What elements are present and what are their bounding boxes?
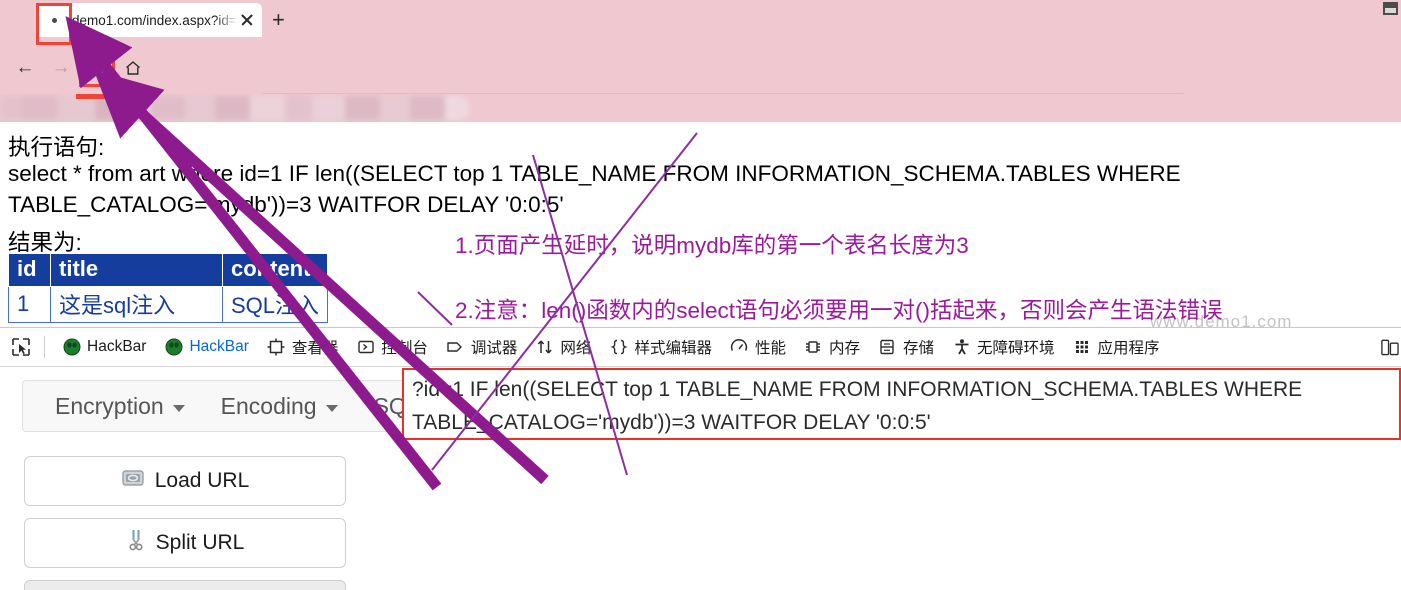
page-line-sql-1: select * from art where id=1 IF len((SEL… — [8, 161, 1181, 186]
menu-label: Encryption — [55, 392, 164, 419]
browser-chrome: demo1.com/index.aspx?id=1 + ← → ✕ — [0, 0, 1401, 129]
application-icon — [1073, 338, 1092, 357]
devtools-tab-label: 内存 — [828, 340, 860, 357]
devtools-tab-label: HackBar — [189, 338, 249, 355]
hackbar-menu-encryption[interactable]: Encryption — [37, 393, 203, 420]
devtools-tab-label: 性能 — [754, 340, 786, 357]
devtools-tab-hackbar-2[interactable]: HackBar — [155, 334, 257, 361]
result-table: id title content 1 这是sql注入 SQL注入 — [8, 253, 329, 323]
tab-strip: demo1.com/index.aspx?id=1 + — [0, 0, 1401, 40]
devtools-tab-label: HackBar — [87, 338, 147, 355]
hackbar-menu-encoding[interactable]: Encoding — [203, 393, 356, 420]
bookmark-highlight-marker — [76, 94, 112, 99]
devtools-tab-label: 调试器 — [470, 340, 518, 357]
devtools-tab-inspector[interactable]: 查看器 — [258, 332, 348, 362]
performance-icon — [730, 338, 749, 357]
annotation-note-2: 2.注意：len()函数内的select语句必须要用一对()括起来，否则会产生语… — [455, 298, 1223, 323]
devtools-tab-label: 无障碍环境 — [977, 340, 1055, 357]
devtools-tab-performance[interactable]: 性能 — [721, 332, 795, 362]
bookmarks-bar[interactable] — [0, 94, 1401, 122]
hackbar-panel: Encryption Encoding SQL XSS Other Contri… — [0, 368, 1401, 590]
style-editor-icon — [609, 338, 628, 357]
devtools-right-controls — [1380, 338, 1401, 357]
devtools-tab-accessibility[interactable]: 无障碍环境 — [943, 332, 1064, 362]
hackbar-post-data-input[interactable]: ?id=1 IF len((SELECT top 1 TABLE_NAME FR… — [402, 368, 1401, 440]
page-line-sql-2: TABLE_CATALOG='mydb'))=3 WAITFOR DELAY '… — [8, 192, 564, 217]
menu-label: Encoding — [220, 392, 317, 419]
devtools-tab-label: 应用程序 — [1097, 340, 1160, 357]
page-content: 执行语句: select * from art where id=1 IF le… — [0, 122, 1401, 327]
load-url-button[interactable]: Load URL — [24, 456, 346, 506]
devtools-tab-label: 样式编辑器 — [634, 340, 712, 357]
responsive-design-mode-icon[interactable] — [1380, 338, 1399, 357]
cell-id: 1 — [8, 286, 51, 323]
restore-window-button[interactable] — [1379, 2, 1401, 20]
devtools-tab-storage[interactable]: 存储 — [869, 332, 943, 362]
load-url-icon — [121, 468, 145, 494]
devtools-tab-hackbar-1[interactable]: HackBar — [53, 334, 155, 361]
home-icon — [126, 61, 140, 75]
page-line-heading: 执行语句: — [8, 135, 105, 160]
accessibility-icon — [952, 338, 971, 357]
devtools-tab-label: 网络 — [560, 340, 592, 357]
table-header-row: id title content — [8, 253, 329, 287]
devtools-tab-console[interactable]: 控制台 — [347, 332, 437, 362]
home-button[interactable] — [116, 51, 150, 85]
devtools-tab-label: 查看器 — [291, 340, 339, 357]
new-tab-button[interactable]: + — [272, 9, 285, 31]
hackbar-third-button[interactable] — [24, 580, 346, 590]
storage-icon — [878, 338, 897, 357]
tab-title: demo1.com/index.aspx?id=1 — [72, 12, 238, 28]
load-url-label: Load URL — [154, 469, 250, 492]
chevron-down-icon — [325, 404, 338, 412]
split-url-button[interactable]: Split URL — [24, 518, 346, 568]
devtools-tab-style-editor[interactable]: 样式编辑器 — [600, 332, 721, 362]
screenshot-root: demo1.com/index.aspx?id=1 + ← → ✕ 执行语句: … — [0, 0, 1401, 590]
split-url-label: Split URL — [155, 531, 245, 554]
bookmarks-blurred-content — [0, 96, 470, 120]
toolbar-divider — [44, 336, 45, 358]
forward-button[interactable]: → — [44, 51, 78, 85]
devtools-tab-debugger[interactable]: 调试器 — [437, 332, 527, 362]
debugger-icon — [446, 338, 465, 357]
hackbar-icon — [62, 338, 81, 357]
devtools-tab-memory[interactable]: 内存 — [795, 332, 869, 362]
console-icon — [356, 338, 375, 357]
element-picker-icon[interactable] — [6, 332, 36, 362]
hackbar-icon — [164, 338, 183, 357]
devtools-tab-network[interactable]: 网络 — [526, 332, 600, 362]
network-icon — [535, 338, 554, 357]
navigation-bar: ← → ✕ www. — [0, 42, 1401, 129]
devtools-tab-application[interactable]: 应用程序 — [1064, 332, 1169, 362]
devtools-tab-label: 存储 — [902, 340, 934, 357]
back-button[interactable]: ← — [8, 51, 42, 85]
devtools-tab-label: 控制台 — [381, 340, 428, 357]
annotation-note-1: 1.页面产生延时，说明mydb库的第一个表名长度为3 — [455, 233, 969, 258]
inspector-icon — [267, 338, 286, 357]
highlight-box-stop-button — [79, 52, 115, 87]
split-url-icon — [126, 529, 146, 557]
table-row: 1 这是sql注入 SQL注入 — [8, 286, 329, 323]
table-header-id: id — [8, 253, 51, 287]
table-header-content: content — [221, 253, 329, 287]
memory-icon — [804, 338, 823, 357]
cell-content: SQL注入 — [221, 286, 329, 323]
tab-close-icon[interactable] — [238, 11, 256, 29]
chevron-down-icon — [172, 404, 185, 412]
table-header-title: title — [50, 253, 223, 287]
cell-title: 这是sql注入 — [50, 286, 223, 323]
devtools-toolbar: HackBar HackBar 查看器 控制台 调试器 网络 样式编辑器 性能 … — [0, 327, 1401, 367]
highlight-box-favicon — [36, 3, 72, 45]
